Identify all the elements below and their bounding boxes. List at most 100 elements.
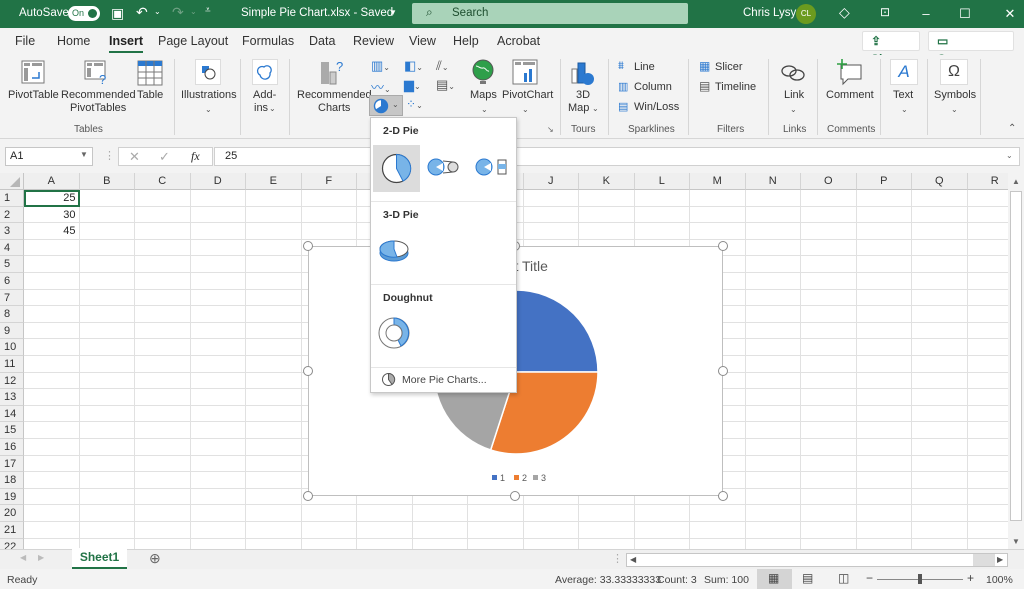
- avatar[interactable]: CL: [796, 4, 816, 24]
- row-header-14[interactable]: 14: [0, 405, 24, 423]
- pie-chart-button[interactable]: ⌄: [369, 95, 403, 116]
- row-header-17[interactable]: 17: [0, 455, 24, 473]
- column-header-q[interactable]: Q: [912, 173, 968, 190]
- legend-label-2[interactable]: 2: [522, 473, 527, 483]
- waterfall-chart-icon[interactable]: ⫽⌄: [436, 58, 449, 74]
- row-header-16[interactable]: 16: [0, 439, 24, 456]
- column-header-a[interactable]: A: [24, 173, 80, 190]
- customize-toolbar-icon[interactable]: ⩡: [205, 5, 211, 16]
- tab-data[interactable]: Data: [309, 34, 335, 48]
- tab-insert[interactable]: Insert: [109, 34, 144, 53]
- column-header-l[interactable]: L: [634, 173, 690, 190]
- legend-label-1[interactable]: 1: [500, 473, 505, 483]
- tab-formulas[interactable]: Formulas: [242, 34, 294, 48]
- cancel-icon[interactable]: ✕: [129, 149, 140, 165]
- horizontal-scrollbar[interactable]: ◀ ▶: [626, 553, 1008, 567]
- doughnut-option[interactable]: [377, 316, 411, 350]
- vertical-scrollbar[interactable]: ▲ ▼: [1008, 173, 1024, 549]
- row-header-21[interactable]: 21: [0, 522, 24, 539]
- row-header-8[interactable]: 8: [0, 306, 24, 323]
- row-header-3[interactable]: 3: [0, 223, 24, 240]
- expand-formula-bar-icon[interactable]: ⌄: [1006, 151, 1013, 160]
- row-header-22[interactable]: 22: [0, 538, 24, 549]
- statistic-chart-icon[interactable]: ▆⌄: [404, 77, 421, 93]
- sum-status[interactable]: Sum: 100: [704, 574, 749, 586]
- chart-resize-handle[interactable]: [303, 241, 313, 251]
- average-status[interactable]: Average: 33.33333333: [555, 574, 661, 586]
- user-name[interactable]: Chris Lysy: [743, 7, 796, 19]
- zoom-slider-thumb[interactable]: [918, 574, 922, 584]
- column-header-k[interactable]: K: [579, 173, 635, 190]
- chart-resize-handle[interactable]: [303, 491, 313, 501]
- row-header-19[interactable]: 19: [0, 488, 24, 506]
- chart-resize-handle[interactable]: [718, 491, 728, 501]
- vertical-scroll-thumb[interactable]: [1010, 191, 1022, 521]
- normal-view-button[interactable]: ▦: [757, 569, 792, 589]
- column-header-c[interactable]: C: [135, 173, 191, 190]
- name-box-dropdown-icon[interactable]: ▼: [80, 150, 88, 159]
- scroll-right-icon[interactable]: ▶: [997, 555, 1003, 564]
- column-header-f[interactable]: F: [301, 173, 357, 190]
- undo-icon[interactable]: ↶: [136, 4, 148, 21]
- page-layout-view-icon[interactable]: ▤: [802, 571, 813, 585]
- cell-a3[interactable]: 45: [24, 223, 80, 240]
- column-header-j[interactable]: J: [523, 173, 579, 190]
- prev-sheet-icon[interactable]: ◀: [20, 553, 26, 562]
- tab-review[interactable]: Review: [353, 34, 394, 48]
- zoom-level[interactable]: 100%: [986, 574, 1013, 586]
- autosave-toggle[interactable]: On: [68, 6, 100, 21]
- pie-3d-option[interactable]: [377, 236, 413, 266]
- collapse-ribbon-icon[interactable]: ⌃: [1008, 123, 1016, 134]
- undo-dropdown-icon[interactable]: ⌄: [154, 7, 161, 16]
- tab-file[interactable]: File: [15, 34, 35, 48]
- row-header-6[interactable]: 6: [0, 273, 24, 290]
- column-header-p[interactable]: P: [856, 173, 912, 190]
- close-button[interactable]: ✕: [1000, 4, 1020, 24]
- zoom-in-button[interactable]: +: [967, 571, 974, 585]
- drag-handle-icon[interactable]: ⋮: [104, 149, 115, 162]
- comments-button[interactable]: ▭ Comments: [928, 31, 1014, 66]
- chart-resize-handle[interactable]: [718, 366, 728, 376]
- title-dropdown-icon[interactable]: ▼: [389, 8, 397, 17]
- row-header-11[interactable]: 11: [0, 356, 24, 373]
- column-chart-icon[interactable]: ▥⌄: [371, 58, 390, 74]
- column-header-e[interactable]: E: [246, 173, 302, 190]
- chart-resize-handle[interactable]: [718, 241, 728, 251]
- ribbon-display-icon[interactable]: ⊡: [880, 5, 890, 19]
- scroll-left-icon[interactable]: ◀: [630, 555, 636, 564]
- column-header-m[interactable]: M: [690, 173, 746, 190]
- tab-help[interactable]: Help: [453, 34, 479, 48]
- column-header-r[interactable]: R: [967, 173, 1008, 190]
- hierarchy-chart-icon[interactable]: ◧⌄: [404, 58, 423, 74]
- insert-function-icon[interactable]: fx: [191, 149, 200, 164]
- page-break-view-icon[interactable]: ◫: [838, 571, 849, 585]
- count-status[interactable]: Count: 3: [657, 574, 697, 586]
- enter-icon[interactable]: ✓: [159, 149, 170, 165]
- scatter-chart-icon[interactable]: ⁘⌄: [406, 97, 423, 111]
- save-icon[interactable]: ▣: [111, 5, 124, 22]
- combo-chart-icon[interactable]: ▤⌄: [436, 77, 455, 93]
- row-header-9[interactable]: 9: [0, 322, 24, 340]
- row-header-18[interactable]: 18: [0, 472, 24, 489]
- search-box[interactable]: ⌕ Search: [412, 3, 688, 24]
- sheet-tab-sheet1[interactable]: Sheet1: [72, 548, 127, 569]
- bar-of-pie-option[interactable]: [474, 155, 510, 179]
- row-header-13[interactable]: 13: [0, 389, 24, 406]
- tab-home[interactable]: Home: [57, 34, 90, 48]
- row-header-15[interactable]: 15: [0, 422, 24, 439]
- charts-dialog-launcher-icon[interactable]: ↘: [547, 125, 554, 134]
- split-handle-icon[interactable]: ⋮: [612, 552, 623, 565]
- row-header-2[interactable]: 2: [0, 206, 24, 224]
- maximize-button[interactable]: ☐: [955, 4, 975, 24]
- tab-page-layout[interactable]: Page Layout: [158, 34, 228, 48]
- tab-view[interactable]: View: [409, 34, 436, 48]
- zoom-out-button[interactable]: −: [866, 571, 873, 585]
- horizontal-scroll-thumb[interactable]: [639, 555, 973, 565]
- tab-acrobat[interactable]: Acrobat: [497, 34, 540, 48]
- column-header-o[interactable]: O: [801, 173, 857, 190]
- chart-resize-handle[interactable]: [303, 366, 313, 376]
- share-button[interactable]: ⇪ Share: [862, 31, 920, 66]
- column-header-n[interactable]: N: [745, 173, 801, 190]
- column-header-d[interactable]: D: [190, 173, 246, 190]
- row-header-7[interactable]: 7: [0, 289, 24, 307]
